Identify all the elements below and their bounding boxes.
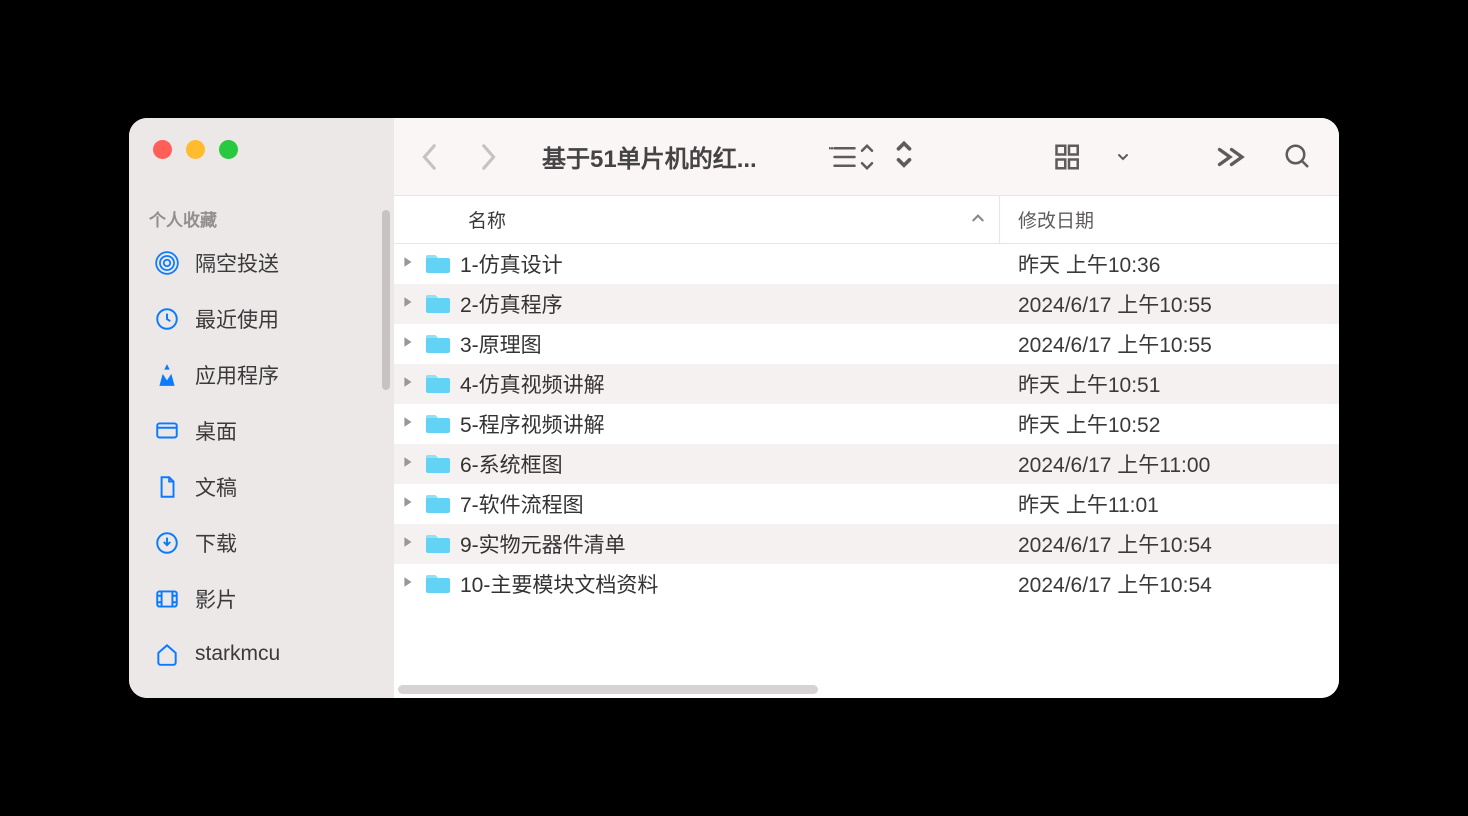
disclosure-triangle-icon[interactable]	[402, 255, 416, 273]
file-date: 昨天 上午11:01	[1000, 489, 1159, 519]
home-icon	[153, 640, 181, 668]
file-name: 6-系统框图	[460, 449, 1000, 479]
group-button[interactable]	[1051, 142, 1107, 172]
main-pane: 基于51单片机的红...	[394, 118, 1339, 698]
column-date-label: 修改日期	[1018, 206, 1094, 233]
folder-icon	[424, 493, 452, 515]
movies-icon	[153, 585, 181, 613]
table-row[interactable]: 4-仿真视频讲解 昨天 上午10:51	[394, 364, 1339, 404]
maximize-button[interactable]	[219, 140, 238, 159]
applications-icon	[153, 361, 181, 389]
airdrop-icon	[153, 249, 181, 277]
more-button[interactable]	[1215, 142, 1245, 172]
file-date: 昨天 上午10:52	[1000, 409, 1160, 439]
download-icon	[153, 529, 181, 557]
sidebar: 个人收藏 隔空投送 最近使用 应用程序	[129, 118, 394, 698]
column-name-label: 名称	[468, 206, 506, 233]
file-date: 2024/6/17 上午10:55	[1000, 329, 1212, 359]
toolbar: 基于51单片机的红...	[394, 118, 1339, 196]
table-row[interactable]: 5-程序视频讲解 昨天 上午10:52	[394, 404, 1339, 444]
file-date: 2024/6/17 上午10:54	[1000, 529, 1212, 559]
sidebar-item-desktop[interactable]: 桌面	[143, 405, 394, 457]
table-row[interactable]: 2-仿真程序 2024/6/17 上午10:55	[394, 284, 1339, 324]
file-date: 昨天 上午10:51	[1000, 369, 1160, 399]
file-date: 2024/6/17 上午10:54	[1000, 569, 1212, 599]
desktop-icon	[153, 417, 181, 445]
folder-icon	[424, 453, 452, 475]
file-name: 10-主要模块文档资料	[460, 569, 1000, 599]
disclosure-triangle-icon[interactable]	[402, 335, 416, 353]
sidebar-item-label: 下载	[195, 528, 237, 558]
disclosure-triangle-icon[interactable]	[402, 535, 416, 553]
file-date: 2024/6/17 上午11:00	[1000, 449, 1210, 479]
table-row[interactable]: 9-实物元器件清单 2024/6/17 上午10:54	[394, 524, 1339, 564]
sort-ascending-icon	[971, 209, 985, 231]
sidebar-item-downloads[interactable]: 下载	[143, 517, 394, 569]
clock-icon	[153, 305, 181, 333]
table-row[interactable]: 7-软件流程图 昨天 上午11:01	[394, 484, 1339, 524]
close-button[interactable]	[153, 140, 172, 159]
table-row[interactable]: 3-原理图 2024/6/17 上午10:55	[394, 324, 1339, 364]
disclosure-triangle-icon[interactable]	[402, 295, 416, 313]
table-row[interactable]: 1-仿真设计 昨天 上午10:36	[394, 244, 1339, 284]
minimize-button[interactable]	[186, 140, 205, 159]
sidebar-section-label: 个人收藏	[129, 196, 394, 235]
sidebar-item-applications[interactable]: 应用程序	[143, 349, 394, 401]
sidebar-item-label: 桌面	[195, 416, 237, 446]
sidebar-item-label: 隔空投送	[195, 248, 279, 278]
file-name: 2-仿真程序	[460, 289, 1000, 319]
sidebar-item-airdrop[interactable]: 隔空投送	[143, 237, 394, 289]
search-button[interactable]	[1283, 142, 1313, 172]
sidebar-item-label: 应用程序	[195, 360, 279, 390]
forward-button[interactable]	[478, 142, 498, 172]
folder-icon	[424, 253, 452, 275]
horizontal-scrollbar[interactable]	[398, 685, 818, 694]
column-date-header[interactable]: 修改日期	[999, 196, 1339, 243]
sidebar-item-label: 影片	[195, 584, 237, 614]
file-date: 昨天 上午10:36	[1000, 249, 1160, 279]
column-name-header[interactable]: 名称	[394, 206, 999, 233]
sidebar-scrollbar[interactable]	[382, 210, 390, 390]
sidebar-item-recents[interactable]: 最近使用	[143, 293, 394, 345]
finder-window: 个人收藏 隔空投送 最近使用 应用程序	[129, 118, 1339, 698]
file-name: 4-仿真视频讲解	[460, 369, 1000, 399]
folder-icon	[424, 293, 452, 315]
file-name: 9-实物元器件清单	[460, 529, 1000, 559]
file-name: 3-原理图	[460, 329, 1000, 359]
sidebar-item-home[interactable]: starkmcu	[143, 629, 394, 679]
back-button[interactable]	[420, 142, 440, 172]
table-row[interactable]: 10-主要模块文档资料 2024/6/17 上午10:54	[394, 564, 1339, 604]
window-title: 基于51单片机的红...	[542, 139, 757, 174]
view-updown-icon	[893, 136, 915, 178]
folder-icon	[424, 373, 452, 395]
sidebar-item-documents[interactable]: 文稿	[143, 461, 394, 513]
sidebar-item-movies[interactable]: 影片	[143, 573, 394, 625]
sidebar-item-label: 文稿	[195, 472, 237, 502]
sidebar-item-label: 最近使用	[195, 304, 279, 334]
folder-icon	[424, 533, 452, 555]
sidebar-item-label: starkmcu	[195, 642, 280, 666]
file-date: 2024/6/17 上午10:55	[1000, 289, 1212, 319]
folder-icon	[424, 573, 452, 595]
file-name: 5-程序视频讲解	[460, 409, 1000, 439]
disclosure-triangle-icon[interactable]	[402, 415, 416, 433]
traffic-lights	[129, 118, 394, 196]
file-name: 7-软件流程图	[460, 489, 1000, 519]
document-icon	[153, 473, 181, 501]
disclosure-triangle-icon[interactable]	[402, 375, 416, 393]
folder-icon	[424, 413, 452, 435]
view-mode-button[interactable]	[829, 142, 885, 172]
chevron-down-icon	[1117, 147, 1129, 167]
disclosure-triangle-icon[interactable]	[402, 495, 416, 513]
file-list: 1-仿真设计 昨天 上午10:36 2-仿真程序 2024/6/17 上午10:…	[394, 244, 1339, 698]
column-headers: 名称 修改日期	[394, 196, 1339, 244]
disclosure-triangle-icon[interactable]	[402, 575, 416, 593]
folder-icon	[424, 333, 452, 355]
disclosure-triangle-icon[interactable]	[402, 455, 416, 473]
table-row[interactable]: 6-系统框图 2024/6/17 上午11:00	[394, 444, 1339, 484]
file-name: 1-仿真设计	[460, 249, 1000, 279]
